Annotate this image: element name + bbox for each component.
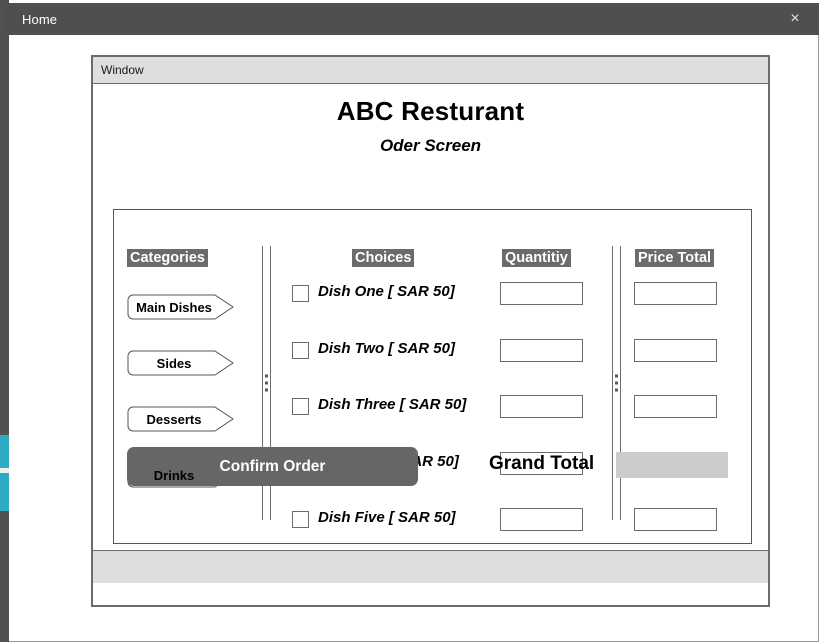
quantity-input[interactable] [500,508,583,531]
price-total-input[interactable] [634,508,717,531]
inner-window-title-bar[interactable]: Window [93,57,768,84]
desktop-accent-strip [0,435,9,511]
category-button-shape [127,406,234,432]
dish-label: Dish One [ SAR 50] [318,283,455,300]
price-total-input[interactable] [634,395,717,418]
dish-checkbox[interactable] [292,285,309,302]
dish-checkbox[interactable] [292,511,309,528]
app-shell: Home × Window ABC Resturant Oder Screen … [0,0,819,642]
splitter-grip-icon[interactable] [265,374,268,392]
grand-total-value [616,452,728,478]
category-button-shape [127,294,234,320]
dish-label: Dish Five [ SAR 50] [318,509,456,526]
window-title: Home [22,11,58,27]
inner-window-title: Window [101,63,144,77]
category-button-sides[interactable]: Sides [127,350,234,376]
confirm-order-label: Confirm Order [219,457,326,475]
inner-window: Window ABC Resturant Oder Screen Categor… [91,55,770,607]
dish-label: Dish Three [ SAR 50] [318,396,467,413]
dish-row: Dish Three [ SAR 50] [292,395,752,453]
page-title: ABC Resturant [336,96,525,126]
dish-row: Dish One [ SAR 50] [292,282,752,340]
confirm-order-button[interactable]: Confirm Order [127,447,418,486]
desktop-accent-gap [0,468,9,473]
dish-list: Dish One [ SAR 50] Dish Two [ SAR 50] Di… [292,282,752,566]
grand-total-label: Grand Total [489,453,595,474]
dish-checkbox[interactable] [292,341,309,359]
column-header-categories: Categories [127,249,208,267]
app-canvas: Window ABC Resturant Oder Screen Categor… [9,35,819,642]
quantity-input[interactable] [500,395,583,418]
quantity-input[interactable] [500,338,583,362]
window-title-bar[interactable]: Home × [5,3,819,35]
category-button-shape [127,350,234,376]
price-total-input[interactable] [634,338,717,362]
dish-row: Dish Two [ SAR 50] [292,338,752,397]
dish-label: Dish Two [ SAR 50] [318,339,455,357]
inner-window-body: ABC Resturant Oder Screen Categories Cho… [93,96,768,583]
category-button-desserts[interactable]: Desserts [127,406,234,432]
column-header-choices: Choices [352,249,415,267]
column-header-price-total: Price Total [635,249,715,267]
dish-checkbox[interactable] [292,398,309,415]
inner-window-status-bar [93,550,768,583]
price-total-input[interactable] [634,282,717,305]
order-panel: Categories Choices Quantitiy Price Total [113,209,752,544]
quantity-input[interactable] [500,282,583,305]
page-subtitle: Oder Screen [379,136,482,155]
category-button-main-dishes[interactable]: Main Dishes [127,294,234,320]
desktop-left-strip [0,0,9,642]
column-header-quantity: Quantitiy [502,249,571,267]
close-icon[interactable]: × [785,11,805,27]
